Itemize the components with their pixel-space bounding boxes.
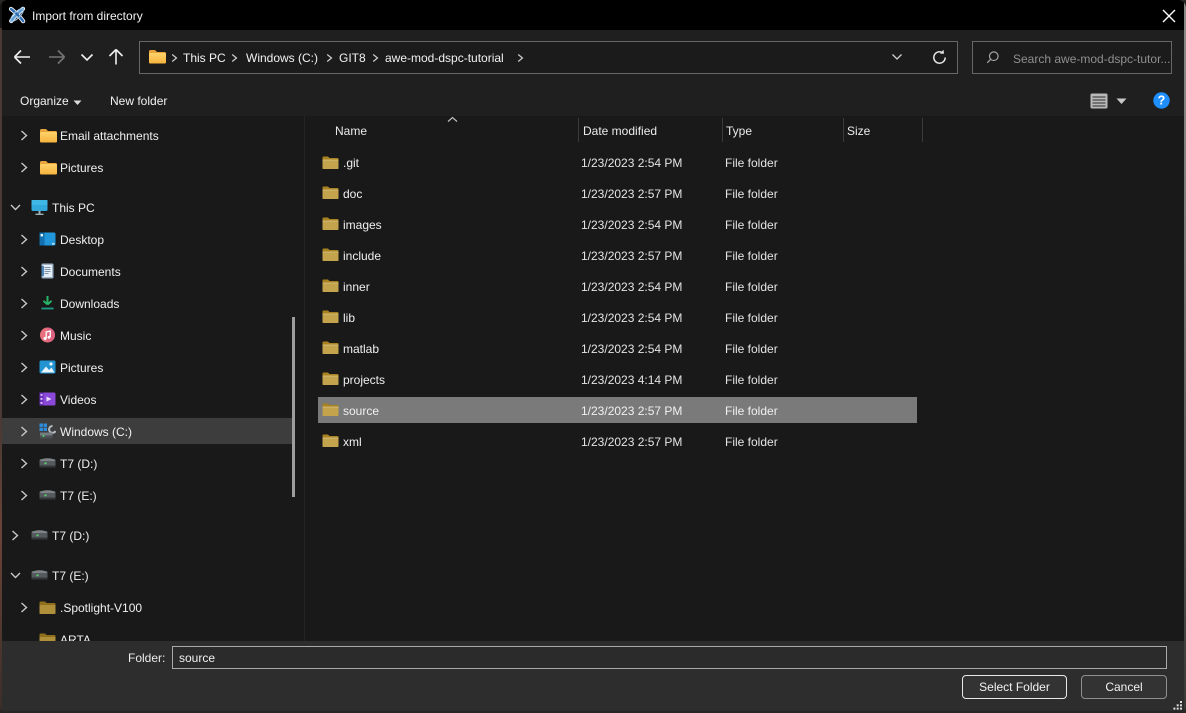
svg-text:?: ? [1158, 94, 1166, 108]
